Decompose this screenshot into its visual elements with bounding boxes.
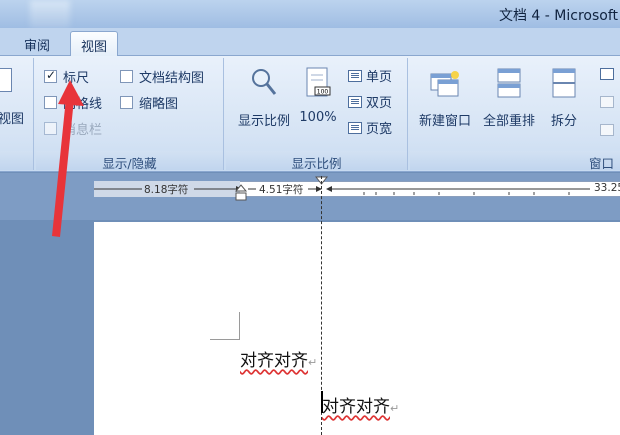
annotation-arrow: [52, 80, 84, 237]
word-window: 文档 4 - Microsoft 审阅 视图 视图 标尺 网格线 消息栏: [0, 0, 620, 435]
